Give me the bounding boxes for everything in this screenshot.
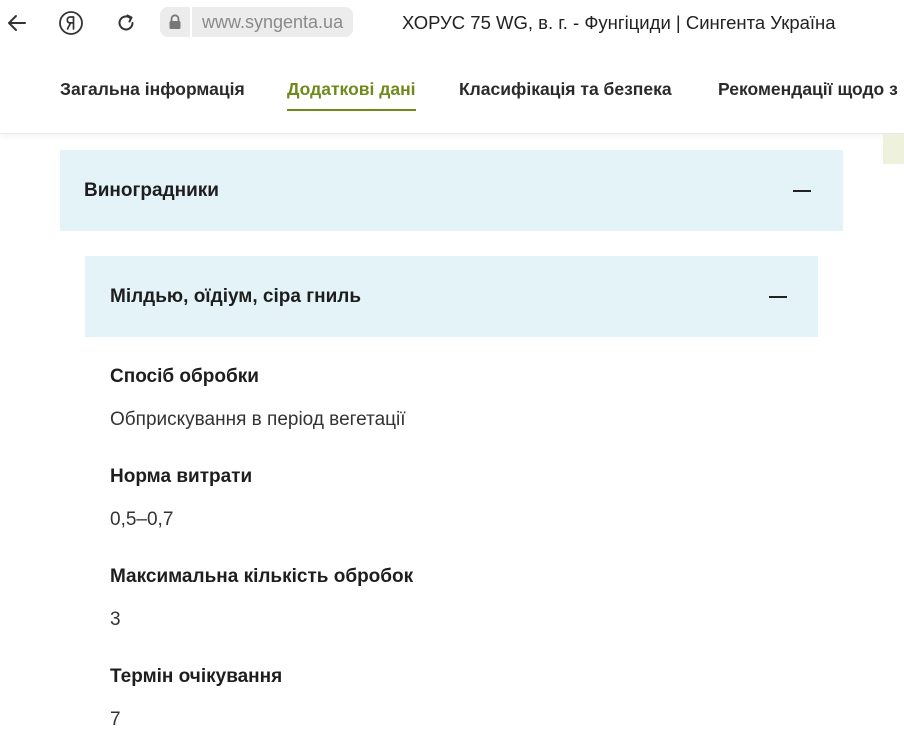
accordion-title: Виноградники: [84, 180, 219, 201]
detail-label-waiting-period: Термін очікування: [110, 666, 283, 687]
tab-classification-safety[interactable]: Класифікація та безпека: [459, 79, 672, 109]
tab-additional-data[interactable]: Додаткові дані: [287, 79, 416, 111]
address-bar[interactable]: www.syngenta.ua: [160, 7, 354, 37]
side-panel-tab[interactable]: [883, 134, 904, 164]
reload-icon[interactable]: [111, 8, 141, 38]
accordion-diseases[interactable]: Мілдью, оїдіум, сіра гниль: [85, 256, 818, 337]
back-arrow-icon[interactable]: [2, 8, 32, 38]
tab-general-info[interactable]: Загальна інформація: [60, 79, 245, 109]
detail-value-rate: 0,5–0,7: [110, 509, 174, 530]
detail-value-waiting-period: 7: [110, 709, 121, 730]
accordion-vineyards[interactable]: Виноградники: [60, 150, 843, 231]
collapse-minus-icon[interactable]: [793, 190, 811, 192]
tab-recommendations[interactable]: Рекомендації щодо з: [718, 79, 898, 109]
detail-label-rate: Норма витрати: [110, 466, 253, 487]
page-title: ХОРУС 75 WG, в. г. - Фунгіциди | Сингент…: [402, 12, 836, 33]
detail-label-method: Спосіб обробки: [110, 366, 259, 387]
browser-toolbar: www.syngenta.ua ХОРУС 75 WG, в. г. - Фун…: [0, 0, 904, 48]
yandex-icon[interactable]: [56, 8, 86, 38]
accordion-subtitle: Мілдью, оїдіум, сіра гниль: [110, 286, 362, 307]
url-text[interactable]: www.syngenta.ua: [192, 7, 354, 37]
tab-bar: Загальна інформація Додаткові дані Класи…: [0, 48, 904, 134]
lock-icon[interactable]: [160, 7, 190, 37]
detail-value-method: Обприскування в період вегетації: [110, 409, 406, 430]
collapse-minus-icon[interactable]: [769, 296, 787, 298]
detail-value-max-treatments: 3: [110, 609, 121, 630]
detail-label-max-treatments: Максимальна кількість обробок: [110, 566, 414, 587]
